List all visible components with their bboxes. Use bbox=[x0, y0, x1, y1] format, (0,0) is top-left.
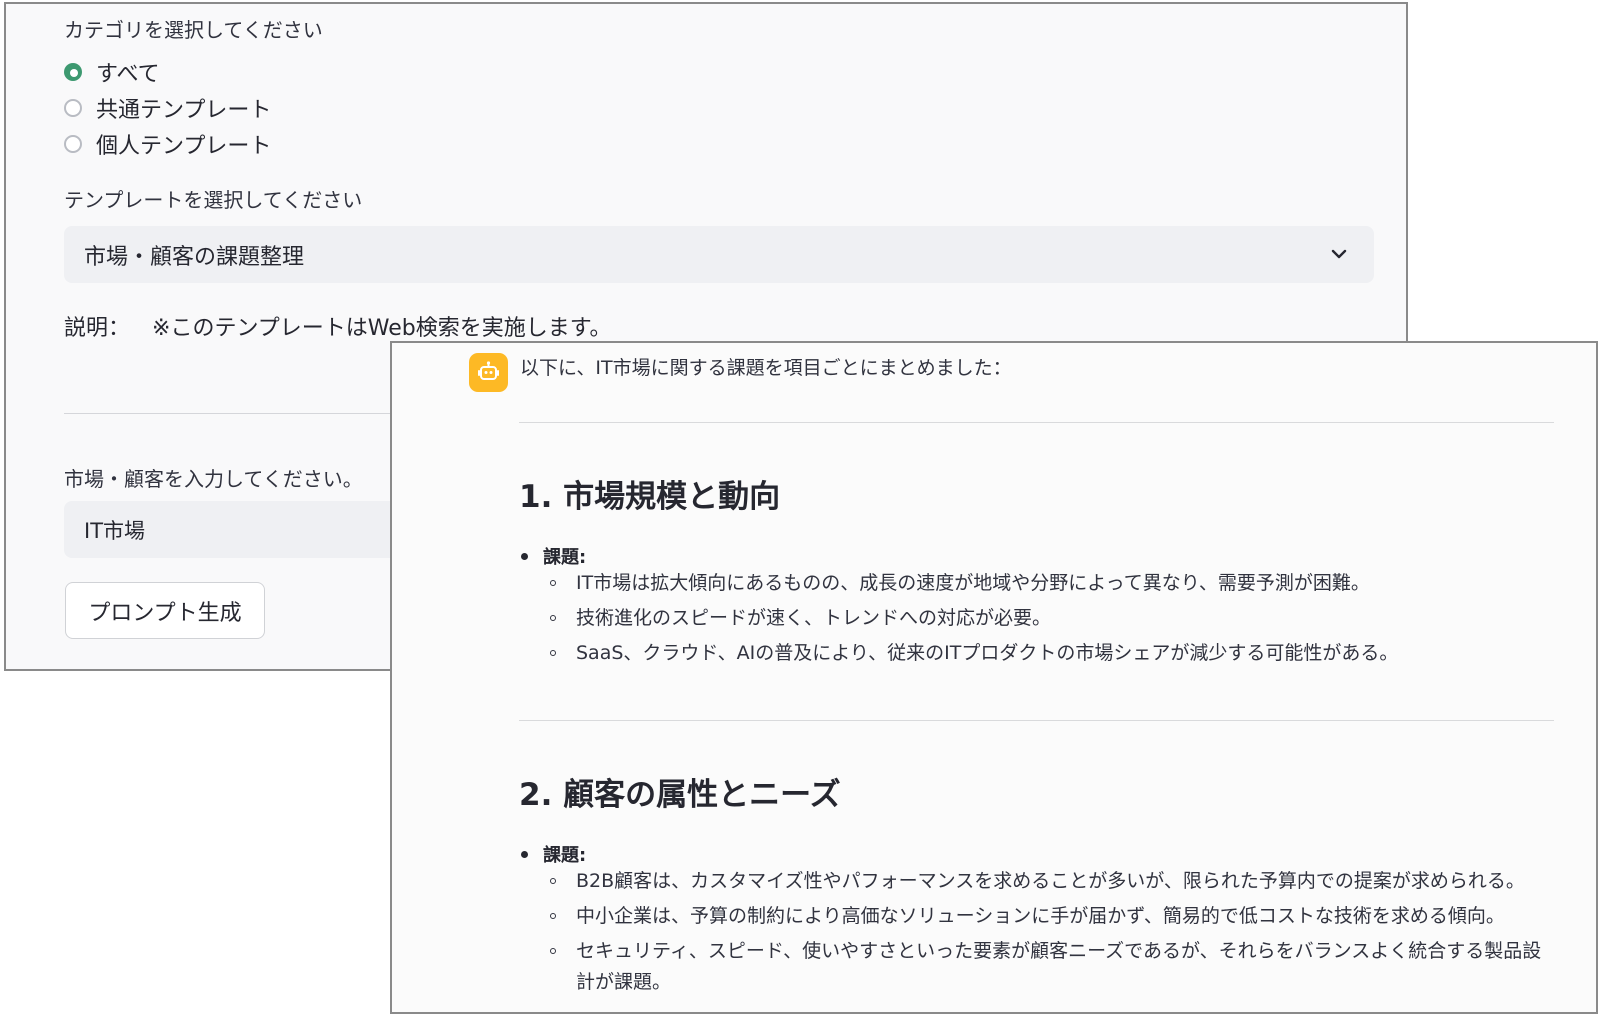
bullet-item: 課題: bbox=[519, 543, 586, 569]
list-item: 技術進化のスピードが速く、トレンドへの対応が必要。 bbox=[548, 603, 1548, 634]
category-radio-group: すべて 共通テンプレート 個人テンプレート bbox=[64, 54, 271, 162]
list-item-text: SaaS、クラウド、AIの普及により、従来のITプロダクトの市場シェアが減少する… bbox=[576, 642, 1399, 664]
bot-avatar bbox=[469, 353, 508, 392]
list-item: IT市場は拡大傾向にあるものの、成長の速度が地域や分野によって異なり、需要予測が… bbox=[548, 568, 1548, 599]
category-label: カテゴリを選択してください bbox=[64, 18, 323, 42]
divider bbox=[64, 413, 404, 414]
market-input[interactable]: IT市場 bbox=[64, 501, 404, 558]
bullet-dot bbox=[521, 553, 528, 560]
sub-bullet bbox=[550, 948, 556, 954]
list-item: 中小企業は、予算の制約により高価なソリューションに手が届かず、簡易的で低コストな… bbox=[548, 901, 1548, 932]
market-label: 市場・顧客を入力してください。 bbox=[64, 467, 363, 491]
radio-button[interactable] bbox=[64, 99, 82, 117]
list-item: セキュリティ、スピード、使いやすさといった要素が顧客ニーズであるが、それらをバラ… bbox=[548, 936, 1548, 998]
sub-list: B2B顧客は、カスタマイズ性やパフォーマンスを求めることが多いが、限られた予算内… bbox=[548, 866, 1548, 1002]
list-item-text: IT市場は拡大傾向にあるものの、成長の速度が地域や分野によって異なり、需要予測が… bbox=[576, 572, 1370, 594]
template-select[interactable]: 市場・顧客の課題整理 bbox=[64, 226, 1374, 283]
description-text: ※このテンプレートはWeb検索を実施します。 bbox=[152, 316, 612, 341]
bullet-label: 課題: bbox=[543, 547, 587, 568]
radio-button-checked[interactable] bbox=[64, 63, 82, 81]
generate-prompt-button[interactable]: プロンプト生成 bbox=[65, 582, 265, 639]
screenshot-canvas: カテゴリを選択してください すべて 共通テンプレート 個人テンプレート テンプレ… bbox=[0, 0, 1600, 1014]
radio-option-personal[interactable]: 個人テンプレート bbox=[64, 126, 271, 162]
sub-bullet bbox=[550, 878, 556, 884]
section-heading: 2. 顧客の属性とニーズ bbox=[519, 777, 841, 813]
radio-label: すべて bbox=[96, 62, 160, 87]
section-heading: 1. 市場規模と動向 bbox=[519, 479, 781, 515]
list-item-text: 技術進化のスピードが速く、トレンドへの対応が必要。 bbox=[576, 607, 1052, 629]
list-item-text: 中小企業は、予算の制約により高価なソリューションに手が届かず、簡易的で低コストな… bbox=[576, 905, 1505, 927]
list-item: B2B顧客は、カスタマイズ性やパフォーマンスを求めることが多いが、限られた予算内… bbox=[548, 866, 1548, 897]
chevron-down-icon bbox=[1331, 249, 1347, 259]
sub-bullet bbox=[550, 913, 556, 919]
template-select-value: 市場・顧客の課題整理 bbox=[84, 244, 305, 270]
sub-list: IT市場は拡大傾向にあるものの、成長の速度が地域や分野によって異なり、需要予測が… bbox=[548, 568, 1548, 673]
sub-bullet bbox=[550, 650, 556, 656]
list-item-text: セキュリティ、スピード、使いやすさといった要素が顧客ニーズであるが、それらをバラ… bbox=[576, 940, 1542, 993]
radio-button[interactable] bbox=[64, 135, 82, 153]
divider bbox=[519, 720, 1554, 721]
sub-bullet bbox=[550, 615, 556, 621]
sub-bullet bbox=[550, 580, 556, 586]
radio-option-common[interactable]: 共通テンプレート bbox=[64, 90, 271, 126]
template-description: 説明： ※このテンプレートはWeb検索を実施します。 bbox=[64, 310, 612, 342]
radio-label: 個人テンプレート bbox=[96, 134, 272, 159]
template-label: テンプレートを選択してください bbox=[64, 188, 363, 212]
robot-icon bbox=[478, 361, 499, 380]
description-key: 説明： bbox=[64, 316, 131, 341]
divider bbox=[519, 422, 1554, 423]
response-panel: 以下に、IT市場に関する課題を項目ごとにまとめました： 1. 市場規模と動向 課… bbox=[390, 341, 1598, 1014]
list-item: SaaS、クラウド、AIの普及により、従来のITプロダクトの市場シェアが減少する… bbox=[548, 638, 1548, 669]
radio-option-all[interactable]: すべて bbox=[64, 54, 271, 90]
list-item-text: B2B顧客は、カスタマイズ性やパフォーマンスを求めることが多いが、限られた予算内… bbox=[576, 870, 1525, 892]
bullet-item: 課題: bbox=[519, 841, 586, 867]
response-intro: 以下に、IT市場に関する課題を項目ごとにまとめました： bbox=[520, 357, 1012, 379]
bullet-label: 課題: bbox=[543, 845, 587, 866]
bullet-dot bbox=[521, 851, 528, 858]
radio-label: 共通テンプレート bbox=[96, 98, 272, 123]
